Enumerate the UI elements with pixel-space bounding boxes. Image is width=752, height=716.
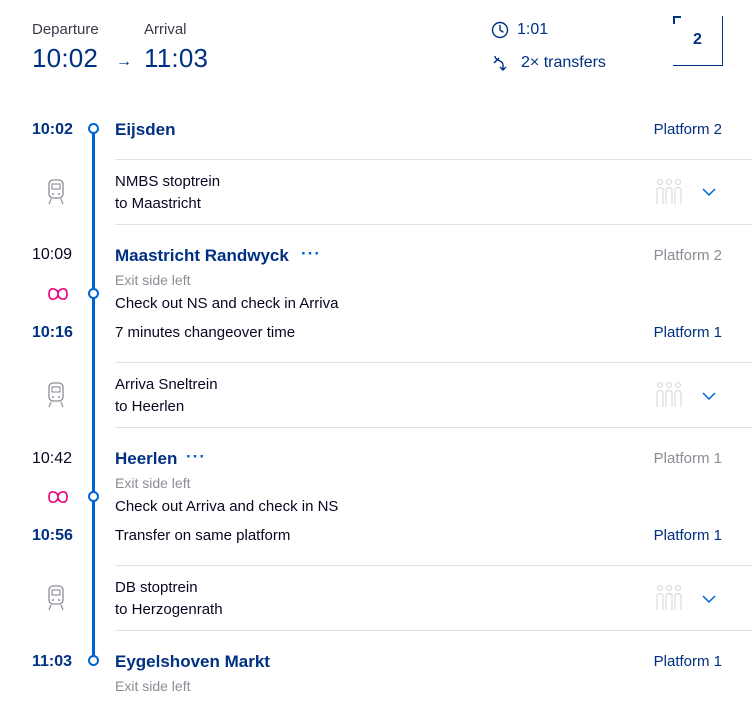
leg-direction: to Heerlen bbox=[115, 398, 185, 415]
train-icon bbox=[48, 382, 64, 408]
exit-side: Exit side left bbox=[115, 475, 191, 491]
changeover-time: 7 minutes changeover time bbox=[115, 324, 296, 341]
train-icon bbox=[48, 179, 64, 205]
checkout-instruction: Check out Arriva and check in NS bbox=[115, 498, 339, 515]
arrow-icon: → bbox=[116, 53, 132, 70]
stop-node bbox=[88, 288, 99, 299]
platform-label: Platform 1 bbox=[653, 527, 722, 544]
station-name[interactable]: Eygelshoven Markt bbox=[115, 652, 270, 672]
transfers-count: 2× transfers bbox=[521, 54, 606, 71]
stop-node bbox=[88, 123, 99, 134]
clock-icon bbox=[491, 21, 509, 39]
platform-label: Platform 2 bbox=[653, 247, 722, 264]
duration: 1:01 bbox=[517, 21, 549, 38]
corner-tick bbox=[673, 16, 675, 24]
ov-chipcard-icon bbox=[48, 288, 68, 300]
divider bbox=[115, 224, 752, 225]
departure-time: 10:56 bbox=[32, 527, 73, 544]
more-options-icon[interactable]: ··· bbox=[301, 244, 321, 264]
crowd-level-button[interactable]: 2 bbox=[673, 16, 723, 66]
leg-operator: Arriva Sneltrein bbox=[115, 376, 218, 393]
occupancy-icon bbox=[656, 584, 682, 610]
leg-direction: to Herzogenrath bbox=[115, 601, 223, 618]
exit-side: Exit side left bbox=[115, 678, 191, 694]
occupancy-icon bbox=[656, 381, 682, 407]
checkout-instruction: Check out NS and check in Arriva bbox=[115, 295, 339, 312]
stop-node bbox=[88, 655, 99, 666]
leg-operator: DB stoptrein bbox=[115, 579, 198, 596]
more-options-icon[interactable]: ··· bbox=[186, 447, 206, 467]
platform-label: Platform 1 bbox=[653, 324, 722, 341]
divider bbox=[115, 362, 752, 363]
changeover-time: Transfer on same platform bbox=[115, 527, 291, 544]
occupancy-icon bbox=[656, 178, 682, 204]
exit-side: Exit side left bbox=[115, 272, 191, 288]
station-name[interactable]: Eijsden bbox=[115, 120, 175, 140]
divider bbox=[115, 630, 752, 631]
stop-node bbox=[88, 491, 99, 502]
train-icon bbox=[48, 585, 64, 611]
arrival-time: 11:03 bbox=[144, 43, 209, 73]
divider bbox=[115, 565, 752, 566]
chevron-down-icon[interactable] bbox=[701, 594, 717, 604]
ov-chipcard-icon bbox=[48, 491, 68, 503]
station-name[interactable]: Maastricht Randwyck bbox=[115, 246, 289, 266]
timeline-line bbox=[92, 129, 95, 661]
departure-time: 10:16 bbox=[32, 324, 73, 341]
stop-time: 10:02 bbox=[32, 121, 73, 138]
station-name[interactable]: Heerlen bbox=[115, 449, 177, 469]
crowd-level-value: 2 bbox=[693, 31, 702, 48]
transfer-icon bbox=[493, 55, 507, 71]
platform-label: Platform 2 bbox=[653, 121, 722, 138]
stop-time: 11:03 bbox=[32, 653, 73, 670]
divider bbox=[115, 159, 752, 160]
divider bbox=[115, 427, 752, 428]
chevron-down-icon[interactable] bbox=[701, 187, 717, 197]
departure-time: 10:02 bbox=[32, 43, 99, 73]
leg-direction: to Maastricht bbox=[115, 195, 201, 212]
platform-label: Platform 1 bbox=[653, 450, 722, 467]
leg-operator: NMBS stoptrein bbox=[115, 173, 221, 190]
arrival-time: 10:09 bbox=[32, 246, 73, 263]
platform-label: Platform 1 bbox=[653, 653, 722, 670]
departure-label: Departure bbox=[32, 21, 99, 38]
arrival-label: Arrival bbox=[144, 21, 187, 38]
chevron-down-icon[interactable] bbox=[701, 391, 717, 401]
arrival-time: 10:42 bbox=[32, 450, 73, 467]
